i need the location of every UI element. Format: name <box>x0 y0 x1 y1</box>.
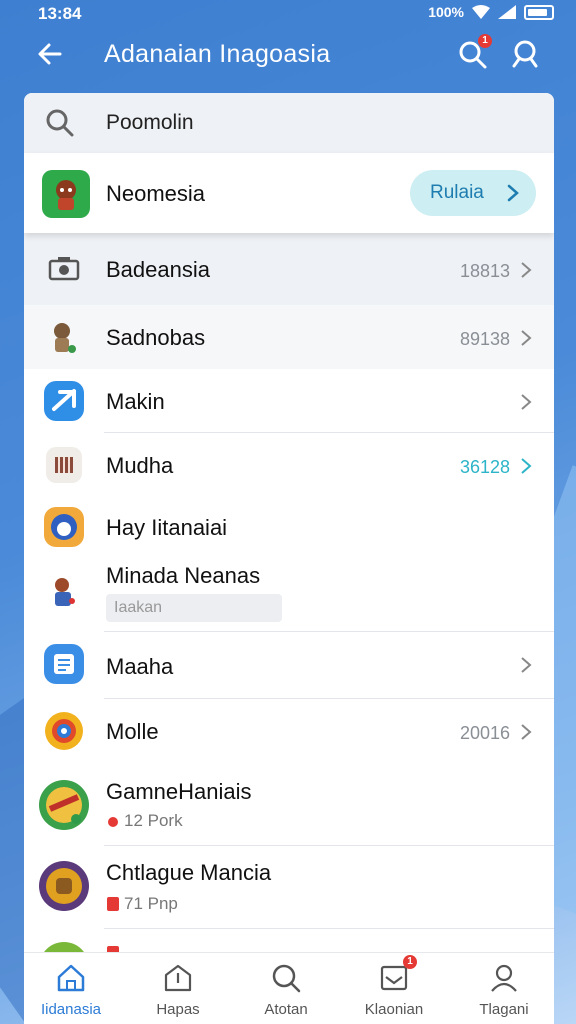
tab-label: Atotan <box>264 1001 308 1018</box>
list-item-label: GamneHaniais <box>106 779 252 804</box>
back-arrow-icon[interactable] <box>34 38 66 70</box>
search-button[interactable] <box>510 38 544 72</box>
character-icon <box>56 180 76 210</box>
featured-action-button[interactable]: Rulaia <box>410 170 536 216</box>
notification-badge: 1 <box>478 34 492 48</box>
app-icon <box>42 170 90 218</box>
chevron-right-icon <box>521 458 532 474</box>
search-bar[interactable]: Poomolin <box>24 93 554 153</box>
list-item[interactable]: Makin <box>24 369 554 433</box>
list-item-tag: Iaakan <box>106 594 282 622</box>
tab-inbox[interactable]: 1 Klaonian <box>344 955 444 1018</box>
signal-icon <box>498 5 516 19</box>
featured-action-label: Rulaia <box>430 182 484 203</box>
chevron-right-icon <box>521 724 532 740</box>
tab-profile[interactable]: Tlagani <box>454 961 554 1018</box>
list-item-label: Hay Iitanaiai <box>106 515 228 540</box>
character-icon <box>55 578 75 606</box>
tab-store[interactable]: Hapas <box>128 961 228 1018</box>
list-item[interactable]: Molle 20016 <box>24 699 554 765</box>
featured-app-name: Neomesia <box>106 181 206 206</box>
wifi-icon <box>472 5 490 19</box>
list-item[interactable]: Chtlague Mancia 71 Pnp <box>24 846 554 928</box>
chevron-right-icon <box>521 657 532 673</box>
home-icon <box>57 964 85 992</box>
list-item-label: Minada Neanas <box>106 563 261 588</box>
battery-icon <box>524 4 554 20</box>
send-icon <box>44 381 84 421</box>
search-input[interactable]: Poomolin <box>106 111 194 135</box>
box-icon <box>46 447 82 483</box>
character-icon <box>54 323 76 353</box>
camera-icon <box>48 257 80 281</box>
list-item[interactable]: GamneHaniais 12 Pork <box>24 765 554 845</box>
list-item-value: 36128 <box>459 457 510 477</box>
tab-label: Tlagani <box>479 1001 529 1018</box>
store-icon <box>164 964 192 992</box>
bottom-tab-bar: Iidanasia Hapas Atotan 1 Klaonian Tlagan… <box>24 952 554 1024</box>
chevron-right-icon <box>521 330 532 346</box>
search-icon <box>46 109 74 137</box>
search-notify-button[interactable]: 1 <box>456 34 492 72</box>
badge-icon <box>107 897 119 911</box>
app-bar: Adanaian Inagoasia 1 <box>0 30 576 80</box>
game-icon <box>39 780 89 830</box>
list-item-label: Chtlague Mancia <box>106 860 272 885</box>
search-icon <box>272 964 301 993</box>
list-item-label: Badeansia <box>106 257 210 282</box>
search-icon <box>512 40 538 68</box>
list-item-value: 89138 <box>459 329 510 349</box>
tab-search[interactable]: Atotan <box>236 961 336 1018</box>
profile-icon <box>491 964 517 992</box>
chevron-right-icon <box>521 262 532 278</box>
list-item-label: Molle <box>106 719 159 744</box>
list-item[interactable]: Sadnobas 89138 <box>24 305 554 369</box>
list-item-label: Makin <box>106 389 165 414</box>
list-item[interactable]: Badeansia 18813 <box>24 233 554 305</box>
list-item[interactable]: Hay Iitanaiai <box>24 497 554 559</box>
featured-app-row[interactable]: Neomesia Rulaia <box>24 153 554 233</box>
tab-home[interactable]: Iidanasia <box>21 961 121 1018</box>
list-item[interactable]: Maaha <box>24 632 554 698</box>
game-icon <box>39 861 89 911</box>
battery-percent: 100% <box>428 4 464 20</box>
chevron-right-icon <box>521 394 532 410</box>
status-time: 13:84 <box>38 4 82 23</box>
list-item-value: 20016 <box>459 723 510 743</box>
flame-icon <box>108 817 118 827</box>
tab-label: Hapas <box>156 1001 200 1018</box>
list-item-label: Sadnobas <box>106 325 206 350</box>
chevron-right-icon <box>507 184 519 202</box>
document-icon <box>44 644 84 684</box>
page-title: Adanaian Inagoasia <box>104 40 331 68</box>
tab-label: Iidanasia <box>40 1001 102 1018</box>
content-card: Poomolin Neomesia Rulaia Badeansia 18813… <box>24 93 554 1024</box>
list-item-value: 18813 <box>459 261 510 281</box>
ring-icon <box>45 712 83 750</box>
list-item[interactable]: Minada Neanas Iaakan <box>24 559 554 631</box>
character-icon <box>44 507 84 547</box>
status-bar: 13:84 100% <box>0 0 576 28</box>
list-item[interactable]: Mudha 36128 <box>24 433 554 497</box>
list-item-label: Maaha <box>106 654 174 679</box>
list-item-label: Mudha <box>106 453 174 478</box>
notification-badge: 1 <box>403 955 417 969</box>
tab-label: Klaonian <box>364 1001 424 1018</box>
